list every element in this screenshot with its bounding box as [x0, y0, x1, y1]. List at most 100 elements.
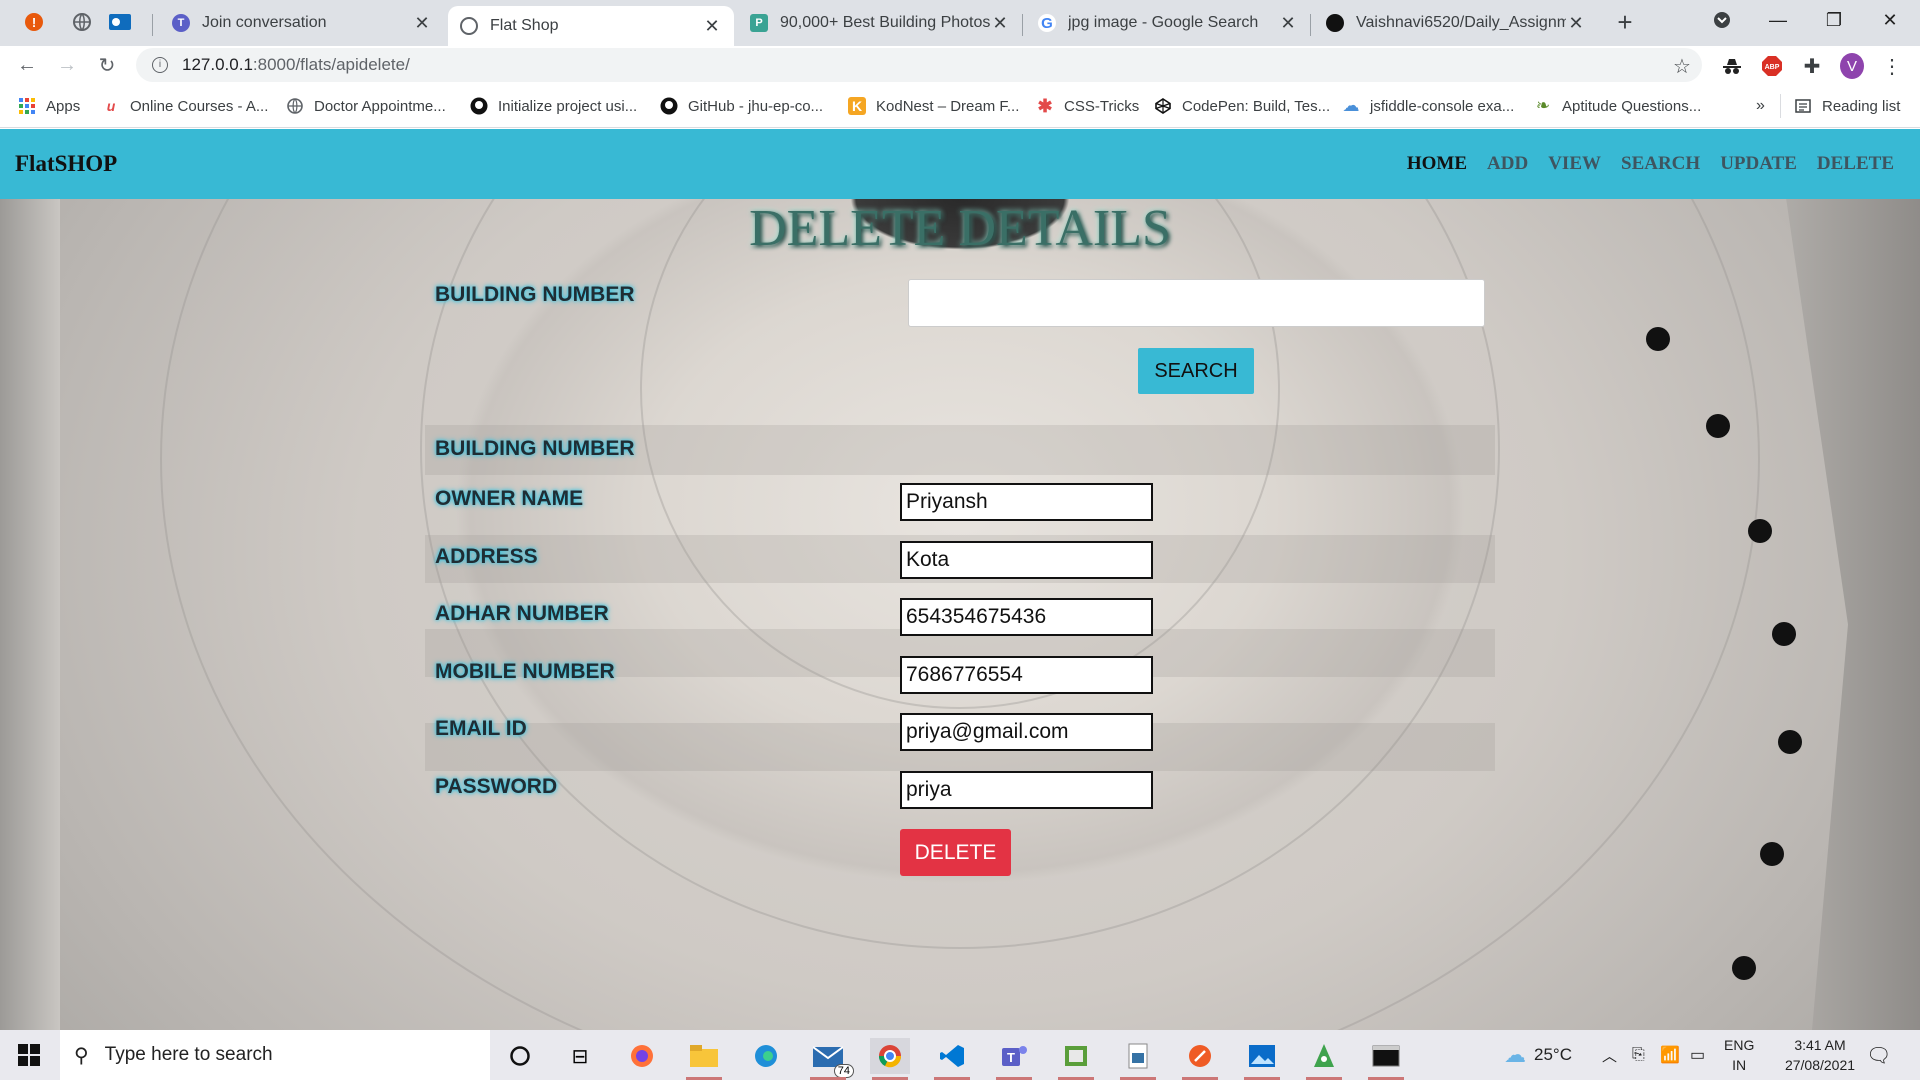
- close-icon[interactable]: ✕: [1278, 13, 1298, 34]
- sheet-app-icon[interactable]: [1056, 1038, 1096, 1080]
- tab-title: 90,000+ Best Building Photos ·: [780, 14, 990, 31]
- building-number-label: BUILDING NUMBER: [435, 437, 635, 460]
- clock-date: 27/08/2021: [1784, 1057, 1856, 1073]
- anaconda-icon[interactable]: [1304, 1038, 1344, 1080]
- bookmark-label: Apps: [46, 97, 81, 115]
- background-light-dot: [1706, 414, 1730, 438]
- pinned-tab-outlook-icon[interactable]: [104, 8, 136, 36]
- mail-icon[interactable]: 74: [808, 1038, 854, 1080]
- overflow-chevron-icon: »: [1756, 97, 1765, 114]
- tab-google-search[interactable]: G jpg image - Google Search ✕: [1026, 6, 1310, 40]
- file-explorer-icon[interactable]: [684, 1038, 724, 1080]
- close-icon[interactable]: ✕: [1566, 13, 1586, 34]
- device-icon[interactable]: ⎘: [1632, 1030, 1645, 1080]
- new-tab-button[interactable]: +: [1610, 8, 1640, 38]
- tab-flat-shop[interactable]: Flat Shop ✕: [448, 6, 734, 46]
- tray-chevron-icon[interactable]: ︿: [1602, 1030, 1617, 1080]
- address-field[interactable]: Kota: [900, 541, 1153, 579]
- nav-delete-link[interactable]: DELETE: [1817, 153, 1894, 175]
- nav-update-link[interactable]: UPDATE: [1720, 153, 1797, 175]
- mobile-number-field[interactable]: 7686776554: [900, 656, 1153, 694]
- more-menu-icon[interactable]: ⋮: [1880, 54, 1904, 78]
- pinned-tab-firefox-icon[interactable]: !: [18, 8, 50, 36]
- background-light-dot: [1772, 622, 1796, 646]
- firefox-icon[interactable]: [622, 1038, 662, 1074]
- search-button[interactable]: SEARCH: [1138, 348, 1254, 394]
- adblock-icon[interactable]: ABP: [1760, 54, 1784, 78]
- bookmark-github-jhu[interactable]: GitHub - jhu-ep-co...: [660, 94, 823, 118]
- site-info-icon[interactable]: i: [152, 57, 168, 73]
- delete-button[interactable]: DELETE: [900, 829, 1011, 876]
- mobile-number-label: MOBILE NUMBER: [435, 660, 615, 683]
- profile-avatar[interactable]: V: [1840, 53, 1864, 79]
- bookmark-apps[interactable]: Apps: [18, 94, 80, 118]
- taskbar-search-box[interactable]: ⚲ Type here to search: [60, 1030, 490, 1080]
- mail-badge: 74: [833, 1064, 854, 1078]
- bookmark-online-courses[interactable]: u Online Courses - A...: [102, 94, 269, 118]
- password-field[interactable]: priya: [900, 771, 1153, 809]
- battery-icon[interactable]: ▭: [1690, 1030, 1705, 1080]
- bookmark-css-tricks[interactable]: ✱ CSS-Tricks: [1036, 94, 1139, 118]
- udemy-icon: u: [106, 98, 116, 114]
- bookmark-initialize-project[interactable]: Initialize project usi...: [470, 94, 637, 118]
- cortana-icon[interactable]: [500, 1038, 540, 1074]
- nav-search-link[interactable]: SEARCH: [1621, 153, 1700, 175]
- owner-name-field[interactable]: Priyansh: [900, 483, 1153, 521]
- language-indicator[interactable]: ENG IN: [1724, 1030, 1754, 1080]
- nav-view-link[interactable]: VIEW: [1548, 153, 1601, 175]
- close-window-button[interactable]: ✕: [1862, 0, 1918, 40]
- reading-list-button[interactable]: Reading list: [1794, 94, 1900, 118]
- bookmark-doctor-appointment[interactable]: Doctor Appointme...: [286, 94, 446, 118]
- pinned-tab-globe-icon[interactable]: [66, 8, 98, 36]
- bookmarks-overflow-button[interactable]: »: [1756, 94, 1765, 118]
- email-id-field[interactable]: priya@gmail.com: [900, 713, 1153, 751]
- photos-icon[interactable]: [1242, 1038, 1282, 1080]
- site-brand-link[interactable]: FlatSHOP: [15, 151, 117, 177]
- tab-github[interactable]: Vaishnavi6520/Daily_Assignmen ✕: [1314, 6, 1598, 40]
- adhar-number-field[interactable]: 654354675436: [900, 598, 1153, 636]
- region-label: IN: [1732, 1057, 1747, 1073]
- restore-button[interactable]: ❐: [1806, 0, 1862, 40]
- bookmark-label: Doctor Appointme...: [314, 97, 446, 115]
- clock[interactable]: 3:41 AM 27/08/2021: [1770, 1030, 1870, 1080]
- reload-icon[interactable]: ↻: [92, 50, 122, 80]
- bookmark-codepen[interactable]: CodePen: Build, Tes...: [1154, 94, 1330, 118]
- vscode-icon[interactable]: [932, 1038, 972, 1080]
- bookmark-jsfiddle[interactable]: ☁ jsfiddle-console exa...: [1342, 94, 1515, 118]
- building-number-search-input[interactable]: [908, 279, 1485, 327]
- wifi-icon[interactable]: 📶: [1660, 1030, 1680, 1080]
- minimize-button[interactable]: —: [1750, 0, 1806, 40]
- nav-add-link[interactable]: ADD: [1487, 153, 1528, 175]
- close-icon[interactable]: ✕: [702, 16, 722, 37]
- bookmark-aptitude[interactable]: ❧ Aptitude Questions...: [1534, 94, 1701, 118]
- terminal-icon[interactable]: [1366, 1038, 1406, 1080]
- back-arrow-icon[interactable]: ←: [12, 50, 42, 80]
- close-icon[interactable]: ✕: [412, 13, 432, 34]
- weather-widget[interactable]: ☁ 25°C: [1504, 1030, 1572, 1080]
- notification-icon[interactable]: 🗨: [1866, 1030, 1891, 1080]
- temperature-label: 25°C: [1534, 1045, 1572, 1064]
- tab-building-photos[interactable]: P 90,000+ Best Building Photos · ✕: [738, 6, 1022, 40]
- github-icon: [1326, 14, 1344, 32]
- postman-icon[interactable]: [1180, 1038, 1220, 1080]
- extension-spy-icon[interactable]: [1720, 54, 1744, 78]
- background-light-dot: [1760, 842, 1784, 866]
- forward-arrow-icon[interactable]: →: [52, 50, 82, 80]
- tab-search-icon[interactable]: [1694, 0, 1750, 40]
- tab-join-conversation[interactable]: T Join conversation ✕: [160, 6, 444, 40]
- profile-initial: V: [1840, 53, 1864, 79]
- edge-icon[interactable]: [746, 1038, 786, 1074]
- bookmark-kodnest[interactable]: K KodNest – Dream F...: [848, 94, 1019, 118]
- nav-home-link[interactable]: HOME: [1407, 153, 1467, 175]
- background-wall-right: [1740, 129, 1920, 1030]
- globe-icon: [286, 97, 304, 115]
- close-icon[interactable]: ✕: [990, 13, 1010, 34]
- teams-icon[interactable]: T: [994, 1038, 1034, 1080]
- windows-start-icon[interactable]: [0, 1030, 58, 1080]
- address-bar[interactable]: i 127.0.0.1:8000/flats/apidelete/: [136, 48, 1702, 82]
- extensions-puzzle-icon[interactable]: ✚: [1800, 54, 1824, 78]
- chrome-icon[interactable]: [870, 1038, 910, 1080]
- bookmark-star-icon[interactable]: ☆: [1670, 54, 1694, 78]
- task-view-icon[interactable]: ⊟: [560, 1038, 600, 1074]
- python-file-icon[interactable]: [1118, 1038, 1158, 1080]
